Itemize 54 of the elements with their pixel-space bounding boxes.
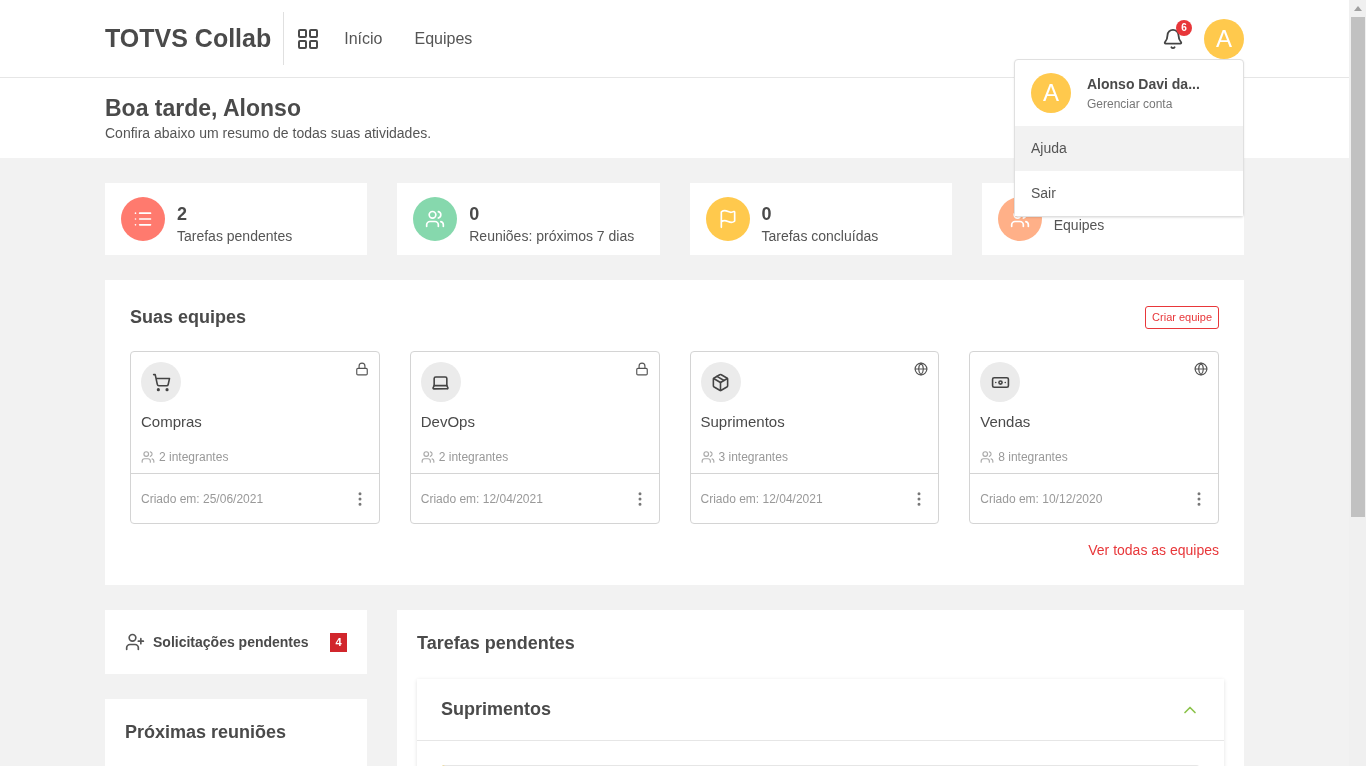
section-title: Tarefas pendentes — [417, 632, 576, 655]
menu-item[interactable]: Sair — [1015, 171, 1243, 216]
team-created-date: Criado em: 25/06/2021 — [141, 490, 264, 508]
section-title: Suas equipes — [130, 306, 247, 329]
laptop-icon — [420, 362, 461, 402]
team-card[interactable]: Vendas 8 integrantes Criado em: 10/12/2020 — [969, 351, 1219, 524]
create-team-button[interactable]: Criar equipe — [1145, 306, 1219, 329]
money-icon — [980, 362, 1021, 402]
stat-value: 2 — [177, 203, 188, 226]
greeting-title: Boa tarde, Alonso — [105, 94, 301, 123]
scroll-up-arrow-icon[interactable] — [1353, 6, 1362, 11]
stat-value: 0 — [469, 203, 481, 226]
account-name: Alonso Davi da... — [1087, 74, 1200, 94]
team-created-date: Criado em: 12/04/2021 — [420, 490, 543, 508]
add-person-icon — [125, 632, 145, 652]
team-name: DevOps — [420, 412, 476, 432]
menu-item[interactable]: Ajuda — [1015, 126, 1243, 171]
manage-account-link[interactable]: Gerenciar conta — [1087, 94, 1200, 113]
requests-card[interactable]: Solicitações pendentes 4 — [105, 610, 367, 674]
team-name: Compras — [141, 412, 203, 432]
nav-link[interactable]: Início — [344, 26, 383, 51]
team-members: 3 integrantes — [718, 448, 788, 466]
stat-label: Reuniões: próximos 7 dias — [469, 226, 635, 246]
people-icon — [420, 449, 435, 464]
section-title: Próximas reuniões — [125, 721, 288, 744]
stat-label: Tarefas pendentes — [177, 226, 293, 246]
requests-count: 4 — [330, 632, 347, 652]
notification-count: 6 — [1176, 19, 1192, 36]
task-group-title: Suprimentos — [441, 698, 551, 721]
nav-link[interactable]: Equipes — [414, 26, 473, 51]
greeting-subtitle: Confira abaixo um resumo de todas suas atividades. — [105, 123, 432, 143]
see-all-teams-link[interactable]: Ver todas as equipes — [1088, 540, 1219, 561]
team-created-date: Criado em: 12/04/2021 — [700, 490, 823, 508]
team-card[interactable]: Compras 2 integrantes Criado em: 25/06/2021 — [130, 351, 380, 524]
stat-value: 0 — [761, 203, 773, 226]
team-name: Suprimentos — [700, 412, 786, 432]
team-members: 8 integrantes — [998, 448, 1068, 466]
requests-label: Solicitações pendentes — [153, 632, 309, 652]
team-name: Vendas — [980, 412, 1032, 432]
stat-label: Tarefas concluídas — [761, 226, 879, 246]
team-members: 2 integrantes — [159, 448, 229, 466]
people-icon — [700, 449, 715, 464]
people-icon — [141, 449, 155, 464]
apps-grid-icon[interactable] — [296, 26, 321, 51]
team-members: 2 integrantes — [438, 448, 509, 466]
people-icon — [980, 449, 995, 464]
cart-icon — [141, 362, 181, 402]
team-created-date: Criado em: 10/12/2020 — [980, 490, 1103, 508]
brand-title: TOTVS Collab — [105, 11, 285, 66]
team-card[interactable]: Suprimentos 3 integrantes Criado em: 12/04/2021 — [689, 351, 940, 524]
team-card[interactable]: DevOps 2 integrantes Criado em: 12/04/2021 — [409, 351, 660, 524]
avatar: A — [1031, 73, 1071, 113]
stat-label: Equipes — [1053, 215, 1105, 235]
box-icon — [700, 362, 741, 402]
